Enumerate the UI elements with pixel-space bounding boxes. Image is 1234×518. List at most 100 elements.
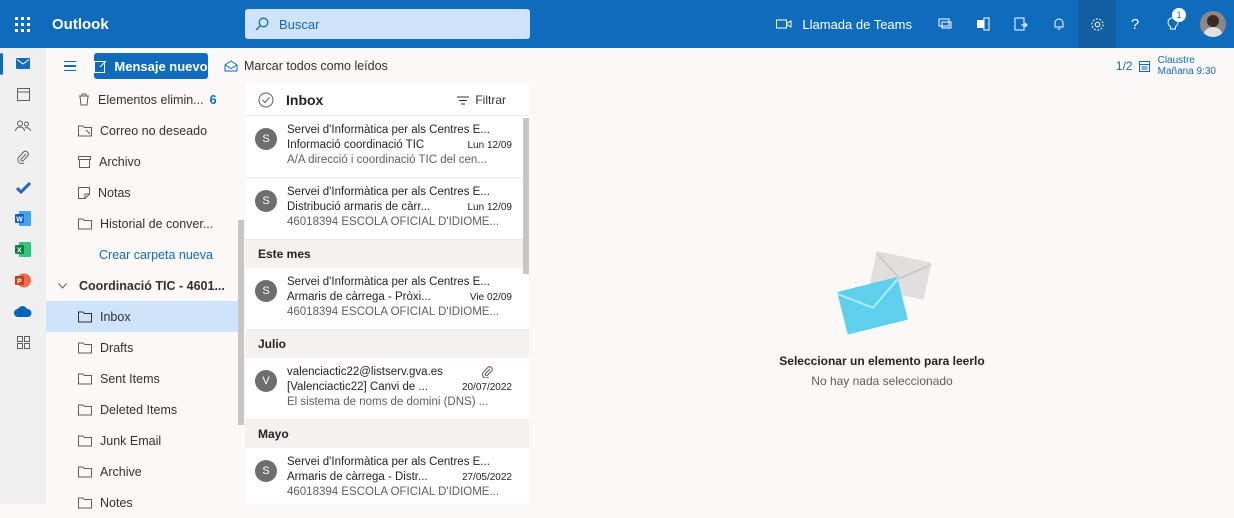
attach-icon [17,150,29,164]
excel-icon: X [15,242,31,257]
message-item[interactable]: S Servei d'Informàtica per als Centres E… [245,268,529,330]
folder-archive-en[interactable]: Archive [46,456,238,487]
subject: Armaris de càrrega - Distr... [287,471,428,483]
group-coordinacio-tic[interactable]: Coordinació TIC - 4601... [46,270,238,301]
tips-button[interactable]: 1 [1154,0,1192,48]
filter-icon [457,96,470,104]
folder-conversation-history[interactable]: Historial de conver... [46,208,238,239]
video-camera-icon [776,19,792,29]
search-box[interactable]: Buscar [245,9,530,39]
trash-icon [79,93,89,106]
sender: Servei d'Informàtica per als Centres E..… [287,276,490,288]
rail-todo[interactable] [0,172,46,203]
mark-all-read-button[interactable]: Marcar todos como leídos [224,59,388,73]
attachment-icon [482,366,493,378]
calendar-icon [1138,60,1150,72]
rail-apps[interactable] [0,327,46,358]
rail-powerpoint[interactable]: P [0,265,46,296]
folder-archive[interactable]: Archivo [46,146,238,177]
folder-scrollbar[interactable] [238,220,244,425]
folder-deleted[interactable]: Deleted Items [46,394,238,425]
folder-drafts[interactable]: Drafts [46,332,238,363]
message-item[interactable]: S Servei d'Informàtica per als Centres E… [245,116,529,178]
list-title: Inbox [286,91,324,108]
top-bar: Outlook Buscar Llamada de Teams ? 1 [0,0,1234,48]
sender: Servei d'Informàtica per als Centres E..… [287,456,490,468]
reminder-area[interactable]: 1/2 Claustre Mañana 9:30 [1116,48,1216,84]
message-item[interactable]: S Servei d'Informàtica per als Centres E… [245,178,529,240]
reminder-title: Claustre [1157,55,1195,66]
folder-junk-email[interactable]: Junk Email [46,425,238,456]
rail-onedrive[interactable] [0,296,46,327]
teams-call-label: Llamada de Teams [802,16,912,32]
rail-mail[interactable] [0,48,46,79]
folder-label: Archivo [99,154,141,169]
create-folder-link[interactable]: Crear carpeta nueva [46,239,238,270]
empty-state-title: Seleccionar un elemento para leerlo [779,354,985,368]
todo-icon [15,181,31,194]
search-placeholder: Buscar [279,16,320,32]
chat-icon [938,18,952,29]
rail-excel[interactable]: X [0,234,46,265]
new-message-label: Mensaje nuevo [114,58,208,74]
folder-junk[interactable]: Correo no deseado [46,115,238,146]
tips-badge: 1 [1172,8,1186,22]
section-header: Julio [245,330,529,358]
message-item[interactable]: V valenciactic22@listserv.gva.es [Valenc… [245,358,529,420]
chat-button[interactable] [926,0,964,48]
message-list-scrollbar[interactable] [523,118,529,274]
onenote-icon [977,17,990,31]
message-list: Inbox Filtrar S Servei d'Informàtica per… [245,84,529,504]
hamburger-menu-icon[interactable] [52,60,88,72]
folder-icon [78,435,92,446]
new-message-button[interactable]: Mensaje nuevo [94,53,208,79]
sender-avatar: S [255,460,277,482]
rail-calendar[interactable] [0,79,46,110]
date: Vie 02/09 [469,292,512,303]
settings-button[interactable] [1078,0,1116,48]
select-all-check-icon[interactable] [258,92,274,108]
rail-word[interactable]: W [0,203,46,234]
rail-files[interactable] [0,141,46,172]
filter-button[interactable]: Filtrar [457,93,506,107]
gear-icon [1090,17,1104,31]
folder-sent-items[interactable]: Sent Items [46,363,238,394]
sender: valenciactic22@listserv.gva.es [287,366,443,378]
user-avatar[interactable] [1200,11,1226,37]
rail-people[interactable] [0,110,46,141]
word-icon: W [15,211,31,226]
folder-label: Sent Items [100,371,160,386]
folder-label: Notas [98,185,131,200]
section-header: Mayo [245,420,529,448]
calendar-icon [16,88,30,101]
preview: A/A direcció i coordinació TIC del cen..… [287,154,487,166]
folder-deleted-items[interactable]: Elementos elimin... 6 [46,84,238,115]
folder-label: Notes [100,495,133,510]
folder-notes-en[interactable]: Notes [46,487,238,518]
folder-label: Archive [100,464,142,479]
reading-pane: Seleccionar un elemento para leerlo No h… [530,84,1234,504]
sender-avatar: S [255,190,277,212]
list-header: Inbox Filtrar [245,84,529,116]
svg-text:X: X [17,248,22,255]
app-launcher-icon[interactable] [0,0,44,48]
reminder-time: Mañana 9:30 [1157,66,1216,77]
folder-notes[interactable]: Notas [46,177,238,208]
folder-label: Historial de conver... [100,216,214,231]
folder-inbox[interactable]: Inbox [46,301,238,332]
folder-icon [78,466,92,477]
svg-text:W: W [16,217,23,224]
app-title[interactable]: Outlook [52,16,242,33]
folder-label: Deleted Items [100,402,178,417]
message-item[interactable]: S Servei d'Informàtica per als Centres E… [245,448,529,504]
notifications-button[interactable] [1040,0,1078,48]
teams-call-button[interactable]: Llamada de Teams [776,17,912,32]
help-button[interactable]: ? [1116,0,1154,48]
folder-label: Junk Email [100,433,162,448]
preview: 46018394 ESCOLA OFICIAL D'IDIOME... [287,216,500,228]
onedrive-icon [14,306,32,317]
bell-icon [1054,18,1064,30]
date: Lun 12/09 [467,202,513,213]
share-button[interactable] [1002,0,1040,48]
onenote-button[interactable] [964,0,1002,48]
